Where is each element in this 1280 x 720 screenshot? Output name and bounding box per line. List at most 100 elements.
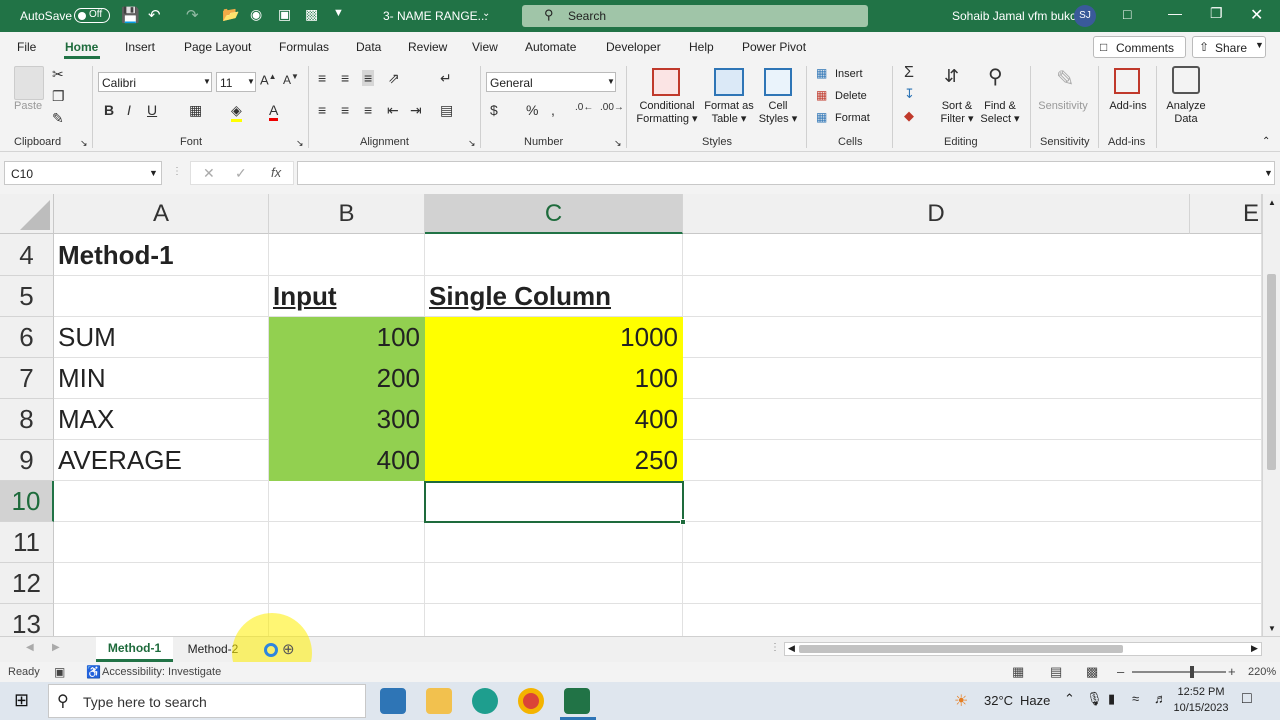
vertical-scrollbar[interactable]: ▲ ▼ <box>1262 194 1280 636</box>
file-explorer-icon[interactable] <box>426 688 452 714</box>
font-name-select[interactable]: Calibri ▼ <box>98 72 212 92</box>
decrease-decimal-icon[interactable]: .00→ <box>600 102 624 113</box>
autosave-toggle[interactable]: Off <box>74 8 110 23</box>
scroll-up-icon[interactable]: ▲ <box>1268 198 1276 207</box>
scroll-left-icon[interactable]: ◀ <box>788 643 795 654</box>
increase-decimal-icon[interactable]: .0← <box>575 102 593 113</box>
tab-insert[interactable]: Insert <box>125 40 155 54</box>
sensitivity-icon[interactable]: ✎ <box>1056 66 1074 92</box>
row-header[interactable]: 4 <box>0 234 54 276</box>
cell-b5[interactable]: Input <box>269 276 425 317</box>
avatar[interactable]: SJ <box>1074 5 1096 27</box>
horizontal-scrollbar[interactable]: ◀ ▶ <box>784 642 1262 656</box>
normal-view-icon[interactable]: ▦ <box>1012 664 1024 680</box>
format-cells-button[interactable]: Format <box>835 112 870 125</box>
cell-a7[interactable]: MIN <box>54 358 269 399</box>
zoom-out-icon[interactable]: – <box>1117 664 1124 679</box>
insert-function-icon[interactable]: fx <box>271 165 281 180</box>
undo-icon[interactable]: ↶ <box>148 6 161 24</box>
chevron-down-icon[interactable]: ⌄ <box>482 8 490 19</box>
chrome-icon[interactable] <box>518 688 544 714</box>
redo-icon[interactable]: ↷ <box>186 6 199 24</box>
save-icon[interactable]: 💾 <box>121 6 140 24</box>
tab-review[interactable]: Review <box>408 40 447 54</box>
analyze-data-button[interactable]: Analyze Data <box>1162 100 1210 126</box>
cell-c8[interactable]: 400 <box>425 399 683 440</box>
paste-icon[interactable] <box>14 66 44 100</box>
cell-b8[interactable]: 300 <box>269 399 425 440</box>
percent-icon[interactable]: % <box>526 102 538 118</box>
accessibility-icon[interactable]: ♿ <box>86 665 101 679</box>
tab-help[interactable]: Help <box>689 40 714 54</box>
cell-d8[interactable] <box>683 399 1262 440</box>
find-select-button[interactable]: Find & Select ▾ <box>978 100 1022 126</box>
cell-d13[interactable] <box>683 604 1262 636</box>
bold-icon[interactable]: B <box>104 102 114 118</box>
cell-c4[interactable] <box>425 234 683 276</box>
prev-sheet-icon[interactable]: ◀ <box>26 642 34 653</box>
cell-a6[interactable]: SUM <box>54 317 269 358</box>
cell-styles-button[interactable]: Cell Styles ▾ <box>756 100 800 126</box>
accessibility-status[interactable]: Accessibility: Investigate <box>102 666 221 678</box>
conditional-formatting-button[interactable]: Conditional Formatting ▾ <box>636 100 698 126</box>
ribbon-display-icon[interactable]: □ <box>1123 6 1131 22</box>
clear-icon[interactable]: ◆ <box>904 108 914 124</box>
cell-styles-icon[interactable] <box>764 68 792 96</box>
scroll-down-icon[interactable]: ▼ <box>1268 624 1276 633</box>
user-name[interactable]: Sohaib Jamal vfm bukc <box>952 9 1076 23</box>
weather-icon[interactable]: ☀ <box>954 691 968 711</box>
decrease-indent-icon[interactable]: ⇤ <box>387 102 399 119</box>
add-sheet-icon[interactable]: ⊕ <box>282 640 295 658</box>
name-box[interactable]: C10 ▼ <box>4 161 162 185</box>
wrap-text-icon[interactable]: ↵ <box>440 70 452 87</box>
page-break-view-icon[interactable]: ▩ <box>1086 664 1098 680</box>
zoom-slider[interactable] <box>1132 666 1226 678</box>
cell-a13[interactable] <box>54 604 269 636</box>
tab-power-pivot[interactable]: Power Pivot <box>742 40 806 54</box>
zoom-in-icon[interactable]: + <box>1228 664 1236 679</box>
cell-a5[interactable] <box>54 276 269 317</box>
cut-icon[interactable]: ✂ <box>52 66 64 83</box>
cell-b4[interactable] <box>269 234 425 276</box>
row-header[interactable]: 12 <box>0 563 54 604</box>
scrollbar-thumb[interactable] <box>799 645 1123 653</box>
fill-color-icon[interactable]: ◈ <box>231 102 242 122</box>
close-icon[interactable]: ✕ <box>1250 5 1263 25</box>
camera-icon[interactable]: ◉ <box>250 6 262 23</box>
cell-c9[interactable]: 250 <box>425 440 683 481</box>
microphone-icon[interactable]: 🎙 <box>1086 691 1103 707</box>
row-header[interactable]: 7 <box>0 358 54 399</box>
cell-c7[interactable]: 100 <box>425 358 683 399</box>
cell-d6[interactable] <box>683 317 1262 358</box>
dialog-launcher-icon[interactable]: ↘ <box>80 138 88 149</box>
next-sheet-icon[interactable]: ▶ <box>52 642 60 653</box>
excel-icon[interactable] <box>564 688 590 714</box>
cell-d11[interactable] <box>683 522 1262 563</box>
dialog-launcher-icon[interactable]: ↘ <box>296 138 304 149</box>
chevron-up-icon[interactable]: ⌃ <box>1064 691 1075 707</box>
cell-b7[interactable]: 200 <box>269 358 425 399</box>
collapse-ribbon-icon[interactable]: ⌃ <box>1262 136 1270 147</box>
cell-b10[interactable] <box>269 481 425 522</box>
column-header-c[interactable]: C <box>425 194 683 234</box>
row-header[interactable]: 9 <box>0 440 54 481</box>
form-icon[interactable]: ▣ <box>278 6 291 23</box>
select-all-corner[interactable] <box>0 194 54 234</box>
excel-doc-icon[interactable]: ▩ <box>305 6 318 23</box>
cell-c13[interactable] <box>425 604 683 636</box>
windows-start-icon[interactable]: ⊞ <box>14 690 29 711</box>
autosum-icon[interactable]: Σ <box>904 64 914 82</box>
increase-indent-icon[interactable]: ⇥ <box>410 102 422 119</box>
tab-developer[interactable]: Developer <box>606 40 661 54</box>
macro-record-icon[interactable]: ▣ <box>54 665 65 679</box>
number-format-select[interactable]: General ▼ <box>486 72 616 92</box>
font-color-icon[interactable]: A <box>269 102 279 121</box>
orientation-icon[interactable]: ⇗ <box>388 70 400 87</box>
cell-c12[interactable] <box>425 563 683 604</box>
row-header[interactable]: 5 <box>0 276 54 317</box>
tab-data[interactable]: Data <box>356 40 381 54</box>
sheet-tab-method-1[interactable]: Method-1 <box>96 637 173 662</box>
cell-a8[interactable]: MAX <box>54 399 269 440</box>
underline-icon[interactable]: U <box>147 102 157 118</box>
enter-icon[interactable]: ✓ <box>235 165 247 182</box>
